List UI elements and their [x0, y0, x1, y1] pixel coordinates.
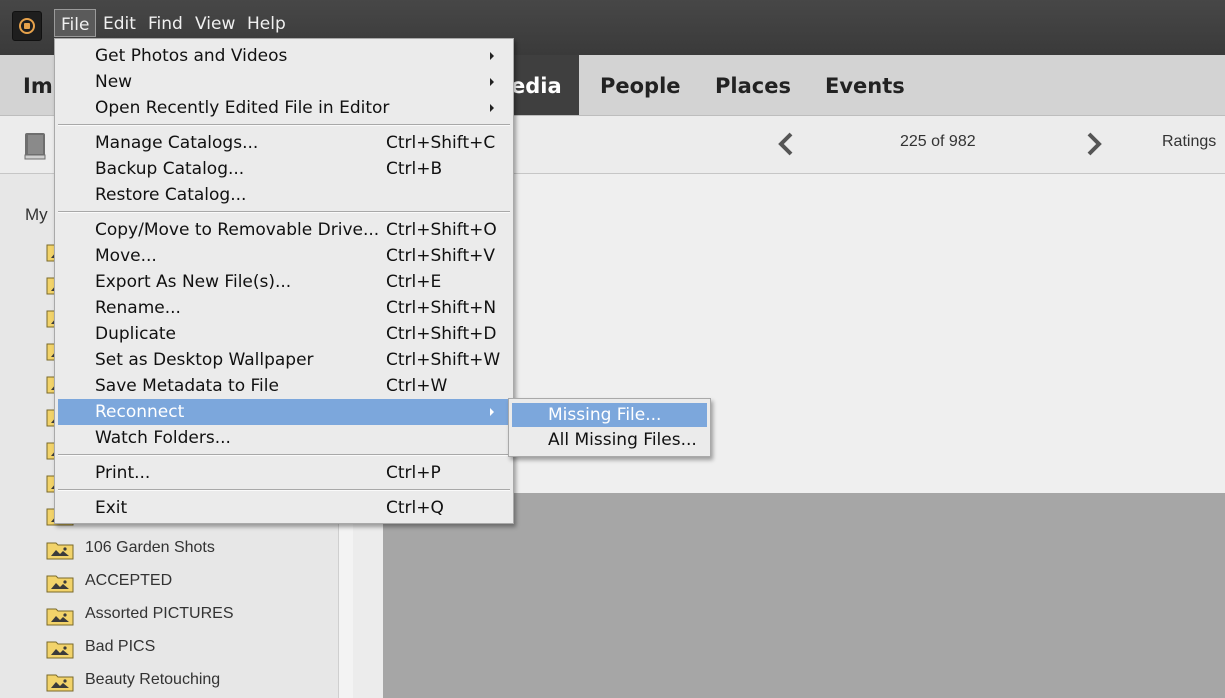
menu-item-shortcut: Ctrl+W	[386, 376, 448, 396]
tab-import[interactable]: Im	[23, 55, 53, 115]
ratings-filter[interactable]: Ratings	[1162, 133, 1216, 151]
folder-icon	[46, 608, 74, 626]
menu-item-label: Reconnect	[95, 402, 185, 422]
menu-item-label: New	[95, 72, 133, 92]
submenu-item-label: Missing File...	[548, 405, 662, 425]
menu-item-export[interactable]: Export As New File(s)... Ctrl+E	[58, 269, 510, 295]
menu-item-shortcut: Ctrl+E	[386, 272, 442, 292]
menu-view[interactable]: View	[189, 9, 241, 37]
menu-item-manage-catalogs[interactable]: Manage Catalogs... Ctrl+Shift+C	[58, 130, 510, 156]
folder-label: Beauty Retouching	[85, 671, 221, 688]
reconnect-submenu: Missing File... All Missing Files...	[508, 398, 711, 457]
tab-places[interactable]: Places	[715, 55, 791, 115]
tab-events[interactable]: Events	[825, 55, 905, 115]
folder-icon	[46, 575, 74, 593]
book-icon[interactable]	[23, 132, 47, 160]
menu-item-get-photos[interactable]: Get Photos and Videos	[58, 43, 510, 69]
chevron-left-icon[interactable]	[776, 131, 796, 157]
submenu-arrow-icon	[490, 78, 494, 86]
page-counter: 225 of 982	[900, 133, 976, 150]
menu-separator	[58, 489, 510, 491]
menu-item-new[interactable]: New	[58, 69, 510, 95]
menu-item-label: Watch Folders...	[95, 428, 231, 448]
folder-item[interactable]: ACCEPTED	[46, 571, 326, 595]
menu-item-rename[interactable]: Rename... Ctrl+Shift+N	[58, 295, 510, 321]
menu-item-watch-folders[interactable]: Watch Folders...	[58, 425, 510, 451]
menu-item-exit[interactable]: Exit Ctrl+Q	[58, 495, 510, 521]
menu-find[interactable]: Find	[142, 9, 189, 37]
menu-item-label: Export As New File(s)...	[95, 272, 292, 292]
menu-item-shortcut: Ctrl+Shift+N	[386, 298, 497, 318]
menu-item-label: Move...	[95, 246, 157, 266]
menu-item-label: Restore Catalog...	[95, 185, 247, 205]
menu-item-label: Print...	[95, 463, 151, 483]
menu-item-label: Open Recently Edited File in Editor	[95, 98, 390, 118]
tab-media[interactable]: edia	[511, 55, 562, 115]
file-menu-dropdown: Get Photos and Videos New Open Recently …	[54, 38, 514, 524]
menu-item-shortcut: Ctrl+P	[386, 463, 441, 483]
menu-separator	[58, 124, 510, 126]
menu-item-label: Copy/Move to Removable Drive...	[95, 220, 380, 240]
menu-item-label: Exit	[95, 498, 128, 518]
menu-item-move[interactable]: Move... Ctrl+Shift+V	[58, 243, 510, 269]
folder-label: 106 Garden Shots	[85, 539, 215, 556]
menu-item-save-metadata[interactable]: Save Metadata to File Ctrl+W	[58, 373, 510, 399]
menu-item-print[interactable]: Print... Ctrl+P	[58, 460, 510, 486]
folder-item[interactable]: Bad PICS	[46, 637, 326, 661]
menu-item-label: Set as Desktop Wallpaper	[95, 350, 314, 370]
menu-item-label: Backup Catalog...	[95, 159, 245, 179]
folder-label: Assorted PICTURES	[85, 605, 234, 622]
menu-item-shortcut: Ctrl+Shift+V	[386, 246, 496, 266]
folder-item[interactable]: 106 Garden Shots	[46, 538, 326, 562]
folder-icon	[46, 641, 74, 659]
menu-item-open-recent[interactable]: Open Recently Edited File in Editor	[58, 95, 510, 121]
folder-item[interactable]: Assorted PICTURES	[46, 604, 326, 628]
menu-file[interactable]: File	[54, 9, 97, 37]
submenu-item-all-missing-files[interactable]: All Missing Files...	[512, 428, 707, 452]
menu-item-shortcut: Ctrl+Shift+O	[386, 220, 497, 240]
menu-item-restore-catalog[interactable]: Restore Catalog...	[58, 182, 510, 208]
sidebar-heading: My	[25, 205, 48, 224]
menu-item-label: Manage Catalogs...	[95, 133, 259, 153]
folder-label: ACCEPTED	[85, 572, 173, 589]
folder-icon	[46, 542, 74, 560]
submenu-item-missing-file[interactable]: Missing File...	[512, 403, 707, 427]
app-logo-icon	[12, 11, 42, 41]
menu-item-copy-move[interactable]: Copy/Move to Removable Drive... Ctrl+Shi…	[58, 217, 510, 243]
menu-item-reconnect[interactable]: Reconnect	[58, 399, 510, 425]
folder-icon	[46, 674, 74, 692]
menu-item-label: Rename...	[95, 298, 181, 318]
submenu-item-label: All Missing Files...	[548, 430, 697, 450]
chevron-right-icon[interactable]	[1084, 131, 1104, 157]
menu-item-backup-catalog[interactable]: Backup Catalog... Ctrl+B	[58, 156, 510, 182]
menu-item-label: Get Photos and Videos	[95, 46, 288, 66]
folder-label: Bad PICS	[85, 638, 156, 655]
menu-separator	[58, 454, 510, 456]
menu-item-shortcut: Ctrl+Shift+D	[386, 324, 497, 344]
menu-separator	[58, 211, 510, 213]
submenu-arrow-icon	[490, 408, 494, 416]
submenu-arrow-icon	[490, 104, 494, 112]
menu-help[interactable]: Help	[241, 9, 292, 37]
folder-item[interactable]: Beauty Retouching	[46, 670, 326, 694]
menu-item-shortcut: Ctrl+Shift+C	[386, 133, 496, 153]
menu-item-shortcut: Ctrl+B	[386, 159, 443, 179]
menu-edit[interactable]: Edit	[97, 9, 142, 37]
menu-item-shortcut: Ctrl+Q	[386, 498, 444, 518]
tab-people[interactable]: People	[600, 55, 681, 115]
menu-item-duplicate[interactable]: Duplicate Ctrl+Shift+D	[58, 321, 510, 347]
submenu-arrow-icon	[490, 52, 494, 60]
menu-item-label: Duplicate	[95, 324, 176, 344]
menu-item-set-wallpaper[interactable]: Set as Desktop Wallpaper Ctrl+Shift+W	[58, 347, 510, 373]
menu-item-label: Save Metadata to File	[95, 376, 279, 396]
menu-item-shortcut: Ctrl+Shift+W	[386, 350, 501, 370]
